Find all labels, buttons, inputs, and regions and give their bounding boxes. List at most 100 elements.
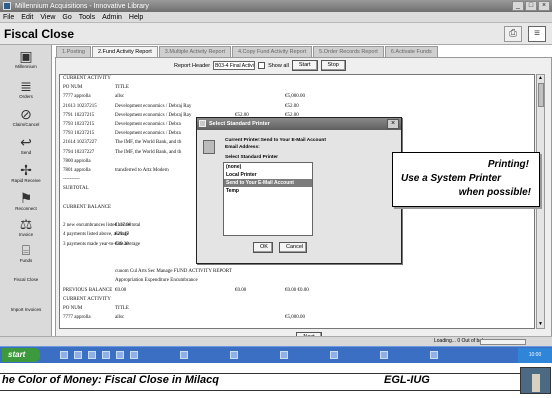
report-line-text: cuuom Cul Arts Sec Manage FUND ACTIVITY … [115,269,232,275]
cancel-button[interactable]: Cancel [279,242,307,253]
sidebar-item-label: Import Invoices [10,307,42,312]
tab-strip: 1.Posting 2.Fund Activity Report 3.Multi… [56,46,439,57]
report-line-text: 7777 approlla [63,94,91,100]
report-line-text: ---------- [63,177,80,183]
rapid-receive-icon: ✢ [20,162,32,178]
sidebar-item-send[interactable]: ↩ Send [2,134,50,156]
report-line-text: 7793 10237215 [63,131,95,137]
menu-bar: File Edit View Go Tools Admin Help [0,12,552,23]
scroll-thumb[interactable] [538,83,544,107]
footer-organization: EGL-IUG [384,374,430,386]
menu-edit[interactable]: Edit [21,14,33,21]
report-line-text: PREVIOUS BALANCE [63,287,113,293]
quicklaunch-icon[interactable] [130,351,138,359]
stop-button[interactable]: Stop [320,60,346,71]
lighthouse-logo [520,367,551,394]
taskbar-window-icon[interactable] [180,351,188,359]
show-all-label: Show all [268,62,289,69]
report-line-text: €5,000.00 [285,315,305,321]
menu-tools[interactable]: Tools [79,14,95,21]
sidebar-item-import-invoices[interactable]: Import Invoices [2,307,50,312]
sidebar-item-label: Invoice [18,232,34,237]
send-icon: ↩ [20,134,32,150]
tab-posting[interactable]: 1.Posting [56,46,91,57]
taskbar-window-icon[interactable] [230,351,238,359]
quicklaunch-icon[interactable] [60,351,68,359]
report-line-text: allsc [115,94,125,100]
report-line-text: Development economics / Debraj Ray [115,103,192,109]
print-preview-icon[interactable]: ⎙ [504,26,522,42]
quicklaunch-icon[interactable] [88,351,96,359]
tab-multiple-activity-report[interactable]: 3.Multiple Activity Report [158,46,231,57]
quicklaunch-icon[interactable] [102,351,110,359]
menu-help[interactable]: Help [129,14,143,21]
module-header: Fiscal Close ⎙ ≡ [0,23,552,45]
printer-icon: ≡ [534,28,540,39]
report-line-text: transferred to Artz Modern [115,168,169,173]
dialog-close-button[interactable]: × [387,119,399,129]
tab-copy-fund-activity-report[interactable]: 4.Copy Fund Activity Report [231,46,313,57]
sidebar-item-orders[interactable]: ≣ Orders [2,79,50,100]
taskbar-window-icon[interactable] [330,351,338,359]
sidebar-item-label: Claim/Cancel [12,122,40,127]
report-line-text: 7794 10237227 [63,149,95,155]
sidebar-item-millennium[interactable]: ▣ Millennium [2,48,50,70]
start-menu-button[interactable]: start [2,348,40,362]
callout-line-2: Use a System Printer [401,173,502,184]
dialog-app-icon [199,120,206,127]
minimize-button[interactable]: _ [512,1,524,11]
report-header-select[interactable]: B03-4 Final Activity [213,61,256,70]
sidebar-item-label: Reconnect [15,206,37,211]
system-clock: 10:00 [518,348,552,363]
tab-fund-activity-report[interactable]: 2.Fund Activity Report [91,46,158,57]
report-line-text: 7791 10237215 [63,112,95,118]
printer-option-none[interactable]: (none) [224,163,312,171]
report-line-text: 7793 10237215 [63,122,95,127]
menu-admin[interactable]: Admin [102,14,122,21]
annotation-callout: Printing! Use a System Printer when poss… [392,152,540,207]
menu-file[interactable]: File [3,14,14,21]
menu-go[interactable]: Go [62,14,71,21]
printer-option-email[interactable]: Send to Your E-Mail Account [224,179,312,187]
window-controls: _ □ × [512,1,550,11]
taskbar-window-icon[interactable] [380,351,388,359]
dialog-title-bar: Select Standard Printer [197,118,401,130]
tab-order-records-report[interactable]: 5.Order Records Report [313,46,384,57]
sidebar-item-funds[interactable]: ⌸ Funds [2,243,50,264]
maximize-button[interactable]: □ [525,1,537,11]
sidebar: ▣ Millennium ≣ Orders ⊘ Claim/Cancel ↩ S… [0,45,52,346]
printer-icon [203,140,215,154]
report-line-text: €52.00 [285,103,299,109]
sidebar-item-label: Orders [19,94,33,99]
quicklaunch-icon[interactable] [116,351,124,359]
scroll-down-icon[interactable]: ▼ [537,321,544,328]
sidebar-item-fiscal-close[interactable]: Fiscal Close [2,277,50,282]
report-line-text: 21613 10237215 [63,103,97,109]
start-button[interactable]: Start [291,60,318,71]
taskbar-window-icon[interactable] [430,351,438,359]
printer-option-temp[interactable]: Temp [224,187,312,195]
scroll-up-icon[interactable]: ▲ [537,75,544,82]
menu-view[interactable]: View [40,14,55,21]
sidebar-item-reconnect[interactable]: ⚑ Reconnect [2,191,50,212]
close-window-button[interactable]: × [538,1,550,11]
show-all-checkbox[interactable] [258,62,266,69]
sidebar-item-claim-cancel[interactable]: ⊘ Claim/Cancel [2,107,50,128]
report-line-text: 7777 approlla [63,315,91,321]
report-line-text: The IMF, the World Bank, and th [115,149,182,155]
status-bar: Loading... 0 Out of balance [0,336,552,346]
report-line-text: CURRENT BALANCE [63,204,112,210]
printer-option-local[interactable]: Local Printer [224,171,312,179]
tab-activate-funds[interactable]: 6.Activate Funds [384,46,438,57]
quicklaunch-icon[interactable] [74,351,82,359]
ok-button[interactable]: OK [253,242,273,253]
sidebar-item-rapid-receive[interactable]: ✢ Rapid Receive [2,162,50,184]
taskbar-window-icon[interactable] [280,351,288,359]
print-button[interactable]: ≡ [528,26,546,42]
sidebar-item-invoice[interactable]: ⚖ Invoice [2,217,50,238]
report-line-text: €39.30 [115,241,129,247]
report-line-text: TITLE [115,306,129,311]
printer-list[interactable]: (none) Local Printer Send to Your E-Mail… [223,162,313,236]
report-line-text: €0.00 [115,287,127,293]
millennium-icon: ▣ [19,48,33,64]
